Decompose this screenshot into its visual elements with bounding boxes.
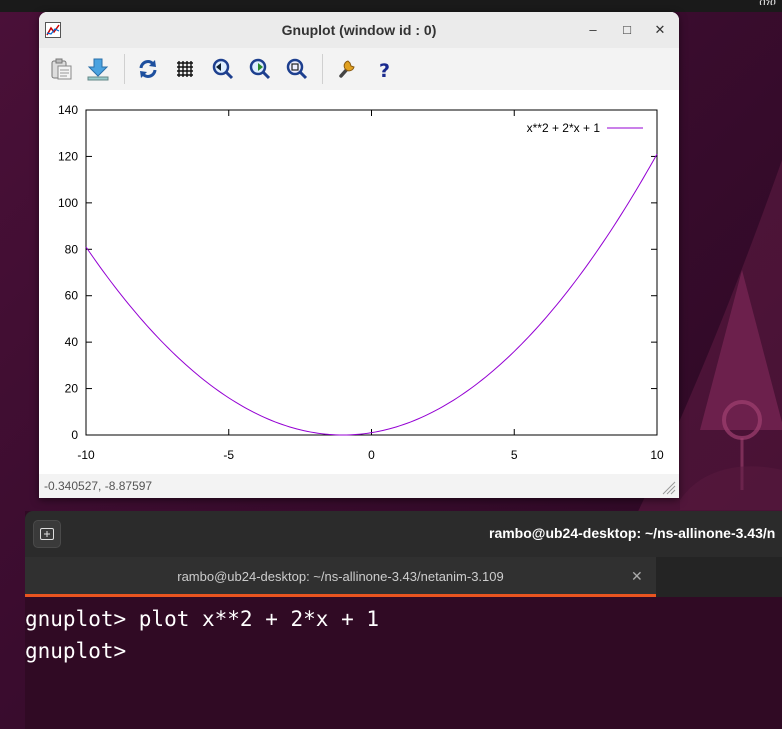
toolbar-separator [322, 54, 323, 84]
y-tick-label: 140 [58, 103, 78, 117]
window-title: Gnuplot (window id : 0) [281, 22, 437, 38]
svg-text:?: ? [379, 60, 390, 82]
terminal-prompt-line: gnuplot> [25, 639, 139, 663]
active-tab-indicator [25, 594, 656, 597]
terminal-title: rambo@ub24-desktop: ~/ns-allinone-3.43/n [489, 525, 776, 541]
plot-canvas[interactable]: -10 -5 0 5 10 0 20 40 60 80 100 120 140 x**2 + 2*x + … [39, 90, 679, 474]
x-tick-label: -5 [223, 448, 234, 462]
y-tick-label: 80 [65, 242, 79, 256]
x-tick-label: 10 [650, 448, 664, 462]
plot-border [85, 109, 658, 436]
export-icon[interactable] [85, 56, 111, 82]
terminal-tabbar: rambo@ub24-desktop: ~/ns-allinone-3.43/n… [25, 557, 782, 597]
help-icon[interactable]: ? [371, 56, 397, 82]
y-tick-label: 120 [58, 149, 78, 163]
y-tick-label: 20 [65, 382, 79, 396]
autoscale-icon[interactable] [284, 56, 310, 82]
y-tick-label: 60 [65, 289, 79, 303]
toolbar-separator [124, 54, 125, 84]
x-tick-label: 5 [511, 448, 518, 462]
y-tick-label: 40 [65, 335, 79, 349]
replot-icon[interactable] [135, 56, 161, 82]
status-bar: -0.340527, -8.87597 [39, 474, 679, 498]
plot-svg: -10 -5 0 5 10020406080100120140x**2 + 2*x + … [58, 103, 664, 462]
maximize-icon[interactable]: □ [618, 21, 636, 39]
terminal-line: gnuplot> plot x**2 + 2*x + 1 [25, 607, 380, 631]
zoom-next-icon[interactable] [247, 56, 273, 82]
gnuplot-toolbar: ? [39, 48, 679, 90]
x-tick-label: -10 [77, 448, 95, 462]
close-icon[interactable]: ✕ [651, 21, 669, 39]
new-tab-button[interactable] [33, 520, 61, 548]
y-tick-label: 0 [71, 428, 78, 442]
x-tick-label: 0 [368, 448, 375, 462]
resize-grip-icon[interactable] [660, 479, 676, 495]
terminal-tab-label: rambo@ub24-desktop: ~/ns-allinone-3.43/n… [177, 569, 504, 584]
minimize-icon[interactable]: – [584, 21, 602, 39]
tab-close-icon[interactable]: ✕ [631, 568, 643, 585]
grid-icon[interactable] [173, 56, 199, 82]
legend-label: x**2 + 2*x + 1 [527, 121, 601, 135]
zoom-previous-icon[interactable] [210, 56, 236, 82]
copy-to-clipboard-icon[interactable] [48, 56, 74, 82]
terminal-window: rambo@ub24-desktop: ~/ns-allinone-3.43/n… [25, 511, 782, 729]
terminal-tab[interactable]: rambo@ub24-desktop: ~/ns-allinone-3.43/n… [25, 557, 656, 597]
cursor-coordinates: -0.340527, -8.87597 [44, 479, 153, 493]
terminal-headerbar[interactable]: rambo@ub24-desktop: ~/ns-allinone-3.43/n [25, 511, 782, 557]
y-tick-label: 100 [58, 196, 78, 210]
terminal-output[interactable]: gnuplot> plot x**2 + 2*x + 1 gnuplot> [25, 603, 782, 729]
gnuplot-titlebar[interactable]: Gnuplot (window id : 0) – □ ✕ [39, 12, 679, 48]
new-tab-icon [40, 528, 54, 540]
settings-wrench-icon[interactable] [334, 56, 360, 82]
series-line [85, 153, 658, 436]
gnuplot-window: Gnuplot (window id : 0) – □ ✕ ? -10 -5 0… [39, 12, 679, 498]
